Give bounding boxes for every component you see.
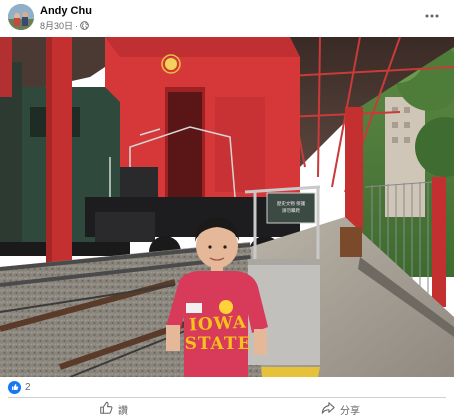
plaque-line-2: 請勿攀爬 xyxy=(282,208,300,213)
thumbs-up-outline-icon xyxy=(99,401,113,418)
meta-separator: · xyxy=(75,20,79,31)
share-arrow-icon xyxy=(321,401,335,418)
thumbs-up-icon xyxy=(8,380,21,394)
post-actions: 讚 分享 xyxy=(0,399,454,419)
action-divider xyxy=(8,397,446,398)
heritage-plaque: 歷史文物 保護 請勿攀爬 xyxy=(268,194,314,222)
post-meta: 8月30日 · xyxy=(40,19,89,32)
post-date[interactable]: 8月30日 xyxy=(40,19,73,32)
post-header: Andy Chu 8月30日 · xyxy=(0,0,454,36)
share-label: 分享 xyxy=(340,405,360,417)
avatar-image xyxy=(8,4,34,30)
author-avatar[interactable] xyxy=(8,4,34,30)
like-label: 讚 xyxy=(118,405,128,417)
share-button[interactable]: 分享 xyxy=(227,399,454,419)
more-options-icon[interactable] xyxy=(422,6,442,26)
globe-icon xyxy=(80,21,89,30)
like-button[interactable]: 讚 xyxy=(0,399,227,419)
author-name[interactable]: Andy Chu xyxy=(40,5,92,17)
shirt-line-2: STATE xyxy=(184,334,252,354)
shirt-line-1: IOWA xyxy=(188,312,248,336)
shirt-print: IOWA STATE xyxy=(180,312,256,354)
plaque-line-1: 歷史文物 保護 xyxy=(276,201,306,206)
facebook-post: Andy Chu 8月30日 · 歷史文物 保護 請勿攀爬 IOWA STATE… xyxy=(0,0,454,420)
post-photo[interactable]: 歷史文物 保護 請勿攀爬 IOWA STATE xyxy=(0,37,454,377)
reaction-summary[interactable]: 2 xyxy=(8,380,31,394)
reaction-count: 2 xyxy=(25,381,31,393)
